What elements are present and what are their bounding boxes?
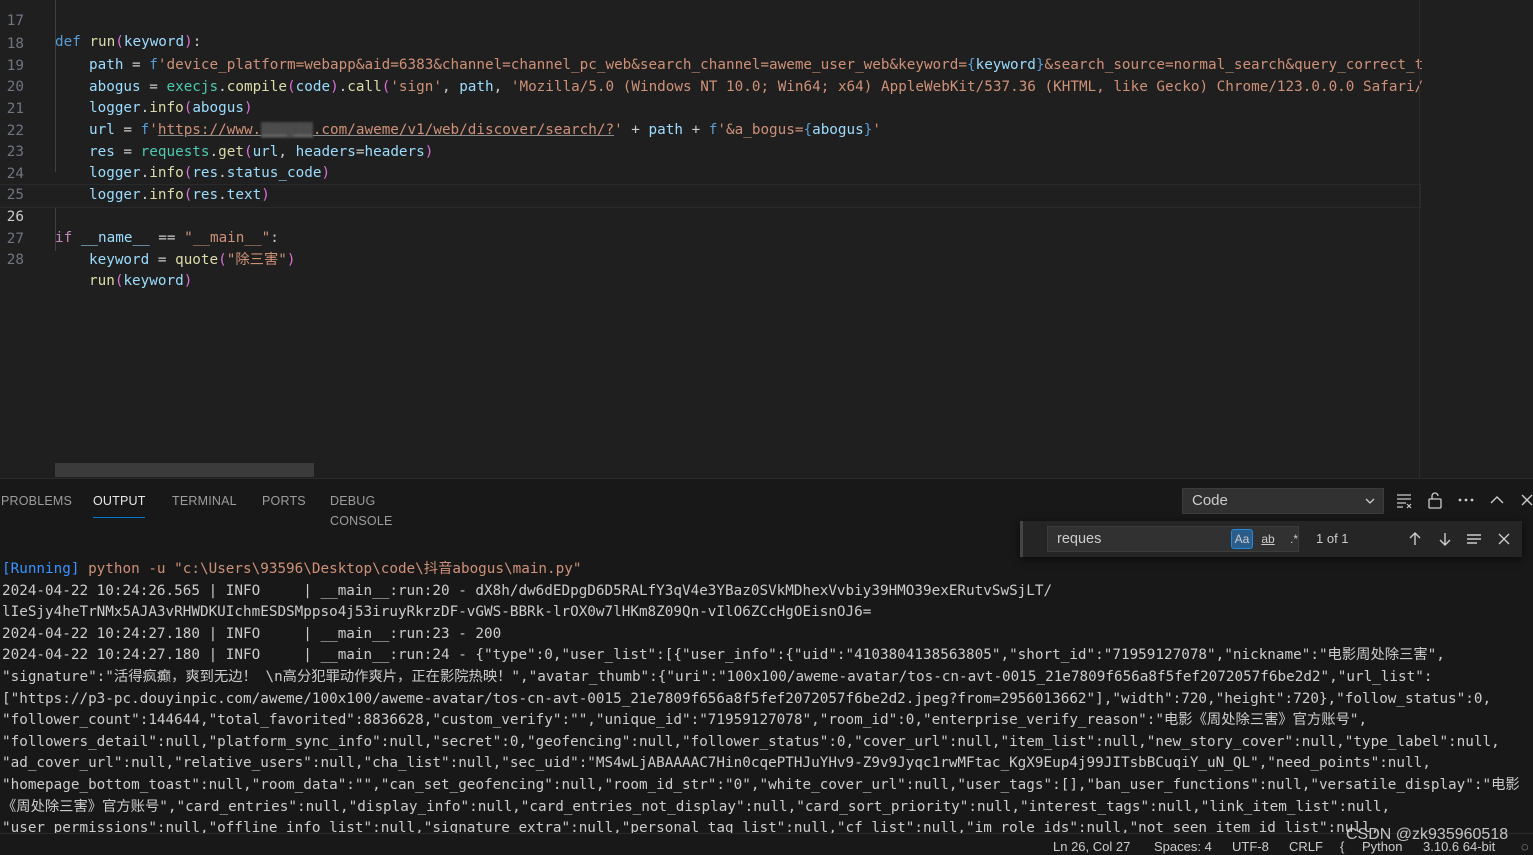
output-line: "signature":"活得疯癫，爽到无边！ \n高分犯罪动作爽片，正在影院热…	[2, 669, 1433, 685]
output-line: 《周处除三害》官方账号","card_entries":null,"displa…	[2, 798, 1391, 815]
line-number: 28	[6, 251, 24, 268]
output-log[interactable]: [Running] python -u "c:\Users\93596\Desk…	[0, 559, 1533, 834]
find-widget: Aa ab .* 1 of 1	[1020, 521, 1522, 557]
close-panel-icon[interactable]	[1517, 490, 1533, 510]
code-line[interactable]: 19 abogus = execjs.compile(code).call('s…	[0, 34, 1423, 96]
tab-output[interactable]: OUTPUT	[93, 491, 145, 518]
regex-toggle[interactable]: .*	[1283, 529, 1305, 549]
encoding[interactable]: UTF-8	[1232, 836, 1269, 855]
output-channel-select[interactable]: Code	[1182, 488, 1384, 514]
output-line: "followers_detail":null,"platform_sync_i…	[2, 733, 1500, 750]
code-line[interactable]: 24 logger.info(res.text)	[0, 142, 1420, 204]
output-line: "follower_count":144644,"total_favorited…	[2, 712, 1368, 729]
code-line[interactable]: 25	[0, 163, 1420, 203]
tab-problems[interactable]: PROBLEMS	[1, 491, 72, 517]
more-actions-icon[interactable]	[1456, 490, 1476, 510]
status-bar: Ln 26, Col 27 Spaces: 4 UTF-8 CRLF { Pyt…	[0, 833, 1533, 855]
watermark: CSDN @zk935960518	[1346, 826, 1509, 843]
output-line: [Running] python -u "c:\Users\93596\Desk…	[2, 561, 582, 577]
output-line: 2024-04-22 10:24:26.565 | INFO | __main_…	[2, 582, 1053, 599]
arrow-up-icon[interactable]	[1406, 530, 1424, 548]
code-line-current[interactable]: 26 if __name__ == "__main__":	[0, 184, 1421, 246]
output-line: ["https://p3-pc.douyinpic.com/aweme/100x…	[2, 690, 1492, 707]
output-line: lIeSjy4heTrNMx5AJA3vRHWDKUIchmESDSMppso4…	[2, 604, 872, 621]
find-in-selection-icon[interactable]	[1465, 530, 1483, 548]
cursor-position[interactable]: Ln 26, Col 27	[1053, 836, 1130, 855]
lock-scroll-icon[interactable]	[1425, 490, 1445, 510]
output-channel-value: Code	[1192, 492, 1228, 509]
code-line[interactable]: 20 logger.info(abogus)	[0, 55, 1420, 117]
minimap-edge	[1419, 0, 1420, 478]
close-icon[interactable]	[1495, 530, 1513, 548]
output-line: "user_permissions":null,"offline_info_li…	[2, 820, 1380, 834]
tab-terminal[interactable]: TERMINAL	[172, 491, 237, 517]
code-line[interactable]: 18 path = f'device_platform=webapp&aid=6…	[0, 12, 1423, 74]
code-line[interactable]: 28 run(keyword)	[0, 228, 1420, 290]
code-line[interactable]: 17 def run(keyword):	[0, 0, 1420, 51]
line-ending[interactable]: CRLF	[1289, 836, 1323, 855]
clear-output-icon[interactable]	[1394, 490, 1414, 510]
code-editor[interactable]: 17 def run(keyword): 18 path = f'device_…	[0, 0, 1533, 478]
tab-debug-console[interactable]: DEBUG CONSOLE	[330, 491, 393, 528]
indentation[interactable]: Spaces: 4	[1154, 836, 1212, 855]
code-line[interactable]: 21 url = f'https://www.douyin.com/aweme/…	[0, 77, 1420, 139]
whole-word-toggle[interactable]: ab	[1257, 529, 1279, 549]
bottom-panel: PROBLEMS OUTPUT TERMINAL PORTS DEBUG CON…	[0, 478, 1533, 834]
code-line[interactable]: 27 keyword = quote("除三害")	[0, 207, 1420, 269]
match-count: 1 of 1	[1316, 531, 1349, 546]
code-line[interactable]: 23 logger.info(res.status_code)	[0, 120, 1420, 182]
output-line: 2024-04-22 10:24:27.180 | INFO | __main_…	[2, 625, 502, 642]
horizontal-scrollbar[interactable]	[55, 463, 314, 477]
braces-icon: {	[1340, 839, 1345, 854]
output-line: "homepage_bottom_toast":null,"room_data"…	[2, 777, 1520, 793]
chevron-down-icon	[1365, 498, 1375, 504]
code-text: keyword = quote("除三害")	[89, 252, 296, 269]
tab-ports[interactable]: PORTS	[262, 491, 306, 517]
match-case-toggle[interactable]: Aa	[1231, 529, 1253, 549]
output-line: "ad_cover_url":null,"relative_users":nul…	[2, 755, 1431, 772]
code-line[interactable]: 22 res = requests.get(url, headers=heade…	[0, 99, 1420, 161]
maximize-panel-icon[interactable]	[1487, 490, 1507, 510]
arrow-down-icon[interactable]	[1436, 530, 1454, 548]
code-text: run(keyword)	[89, 273, 193, 290]
notifications-icon[interactable]: ◌	[1521, 836, 1529, 855]
output-line: 2024-04-22 10:24:27.180 | INFO | __main_…	[2, 647, 1445, 664]
